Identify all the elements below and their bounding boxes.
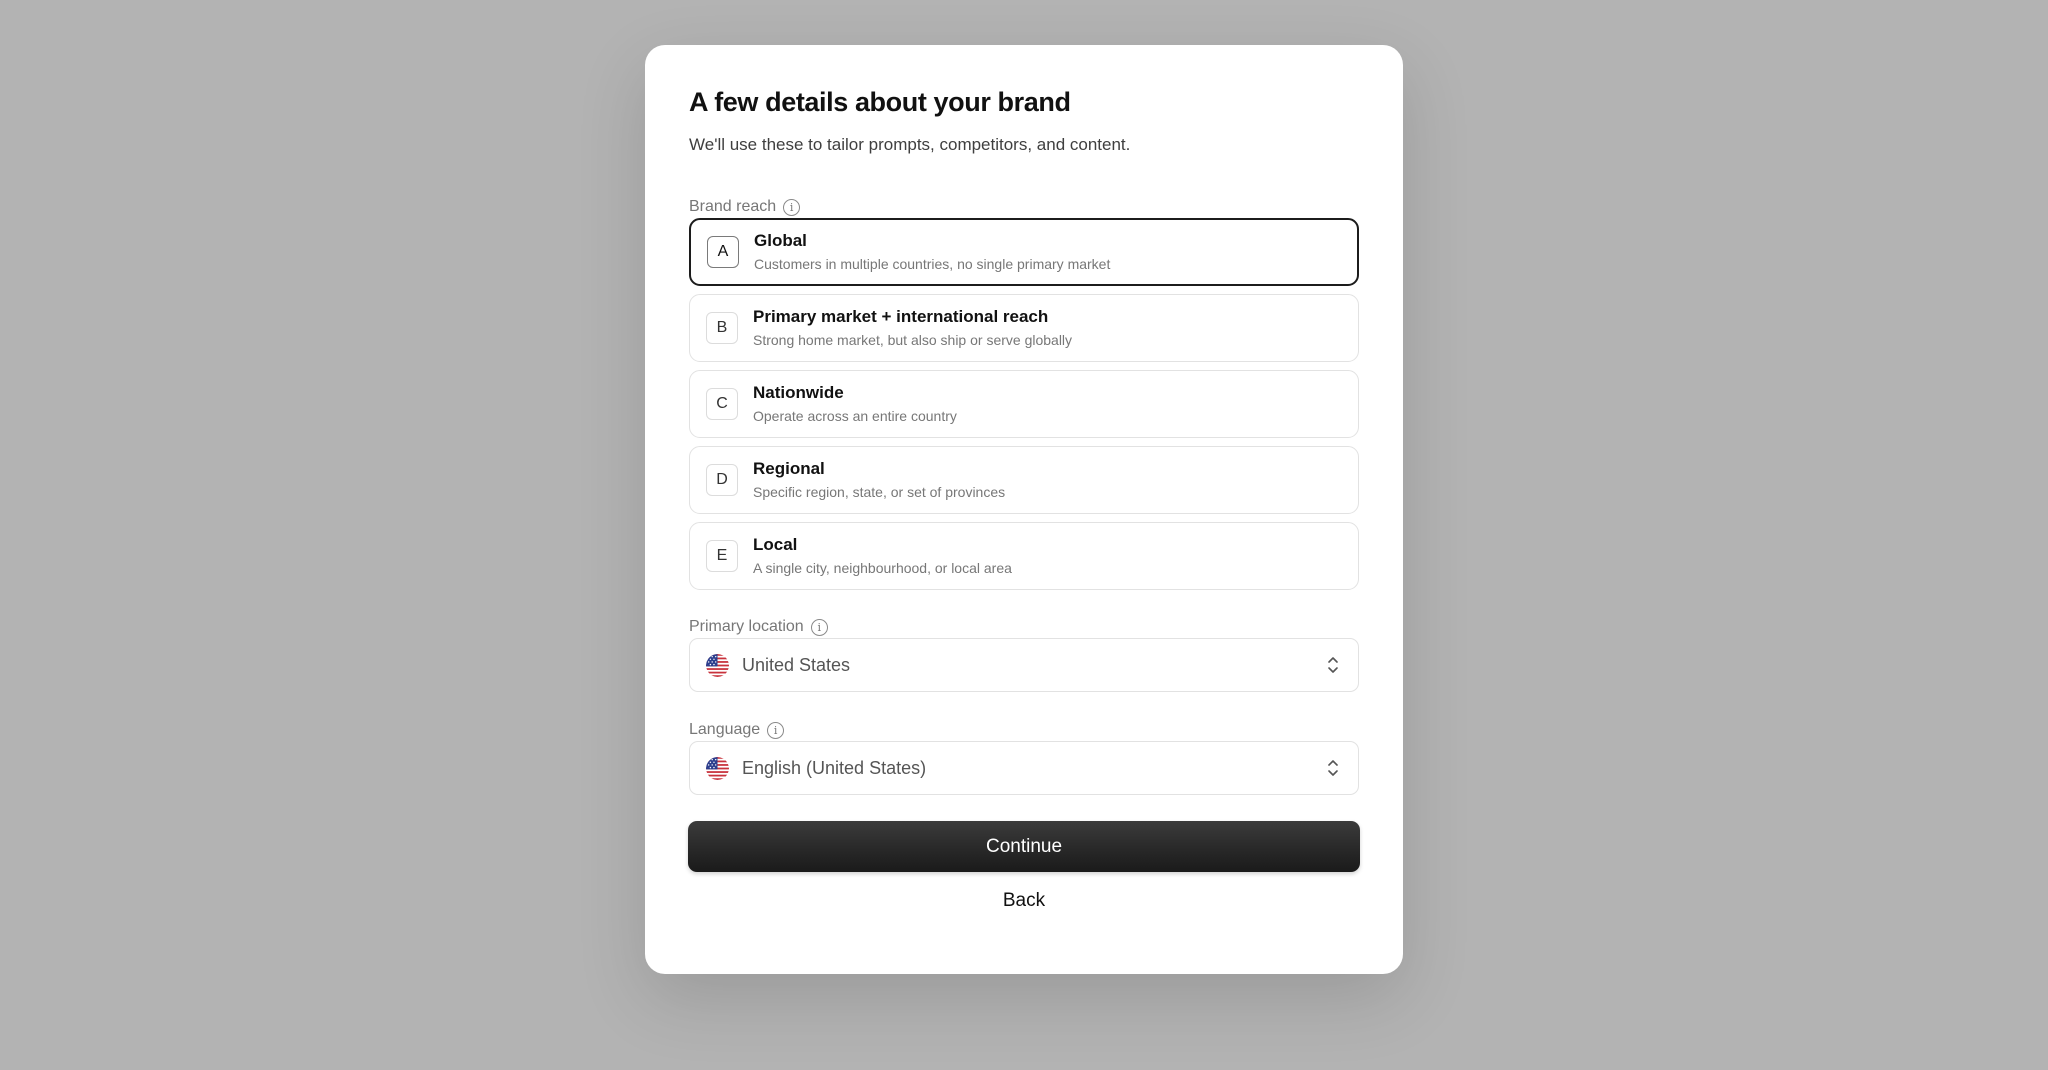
- language-label-text: Language: [689, 721, 761, 738]
- option-letter: B: [706, 312, 738, 344]
- option-letter: A: [707, 236, 739, 268]
- info-icon[interactable]: i: [783, 198, 801, 216]
- continue-button[interactable]: Continue: [688, 821, 1360, 872]
- option-title: Nationwide: [753, 382, 844, 402]
- back-button[interactable]: Back: [688, 886, 1360, 916]
- language-value: English (United States): [742, 757, 927, 778]
- brand-details-modal: A few details about your brand We'll use…: [645, 45, 1403, 974]
- info-icon[interactable]: i: [767, 721, 785, 739]
- brand-reach-option-regional[interactable]: D Regional Specific region, state, or se…: [689, 446, 1359, 514]
- us-flag-icon: [706, 653, 729, 677]
- option-description: A single city, neighbourhood, or local a…: [753, 560, 1012, 577]
- primary-location-label-text: Primary location: [689, 618, 804, 635]
- brand-reach-option-primary-market[interactable]: B Primary market + international reach S…: [689, 294, 1359, 362]
- option-description: Operate across an entire country: [753, 408, 957, 425]
- option-letter: D: [706, 464, 738, 496]
- brand-reach-label-text: Brand reach: [689, 198, 777, 215]
- option-description: Specific region, state, or set of provin…: [753, 484, 1006, 501]
- brand-reach-option-local[interactable]: E Local A single city, neighbourhood, or…: [689, 522, 1359, 590]
- brand-reach-label: Brand reach i: [689, 198, 801, 216]
- option-title: Regional: [753, 458, 825, 478]
- language-select[interactable]: English (United States): [689, 741, 1359, 795]
- modal-title: A few details about your brand: [689, 87, 1071, 117]
- option-letter: C: [706, 388, 738, 420]
- chevron-up-down-icon: [1328, 760, 1338, 776]
- brand-reach-option-global[interactable]: A Global Customers in multiple countries…: [689, 218, 1359, 286]
- language-label: Language i: [689, 721, 785, 739]
- option-title: Global: [754, 230, 807, 250]
- option-title: Local: [753, 534, 798, 554]
- option-description: Customers in multiple countries, no sing…: [754, 256, 1111, 273]
- option-description: Strong home market, but also ship or ser…: [753, 332, 1073, 349]
- primary-location-select[interactable]: United States: [689, 638, 1359, 692]
- brand-reach-option-nationwide[interactable]: C Nationwide Operate across an entire co…: [689, 370, 1359, 438]
- brand-reach-options: A Global Customers in multiple countries…: [689, 218, 1359, 598]
- us-flag-icon: [706, 756, 729, 780]
- primary-location-value: United States: [742, 654, 851, 675]
- option-letter: E: [706, 540, 738, 572]
- info-icon[interactable]: i: [810, 618, 828, 636]
- primary-location-label: Primary location i: [689, 618, 828, 636]
- chevron-up-down-icon: [1328, 657, 1338, 673]
- modal-subtitle: We'll use these to tailor prompts, compe…: [689, 135, 1131, 154]
- option-title: Primary market + international reach: [753, 306, 1049, 326]
